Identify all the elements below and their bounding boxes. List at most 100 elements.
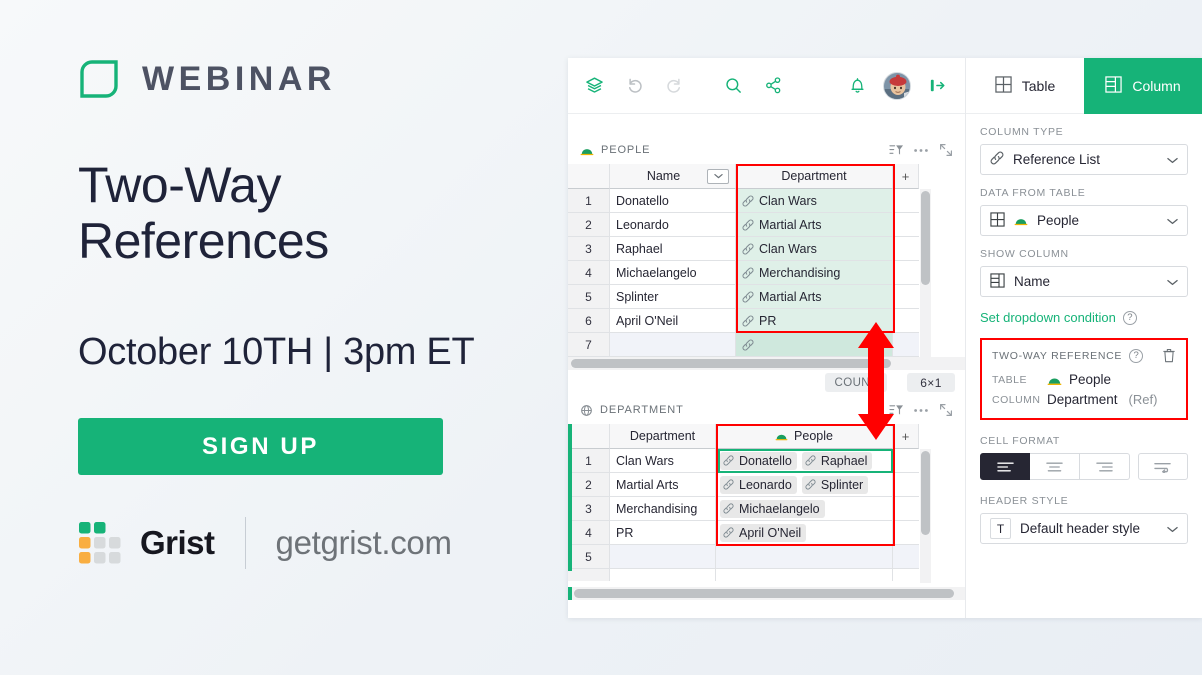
table-row[interactable]: 1 Clan Wars Donatello Raphael [568,449,965,473]
help-icon[interactable]: ? [1129,348,1144,363]
table-row[interactable]: 4 Michaelangelo Merchandising [568,261,965,285]
redo-icon[interactable] [660,72,688,100]
cell-name[interactable]: Michaelangelo [610,261,736,285]
horizontal-scrollbar-track[interactable] [568,357,965,370]
tab-column[interactable]: Column [1084,58,1202,114]
page-title: Two-Way References [78,157,548,269]
cell-department[interactable]: Clan Wars [736,237,893,261]
table-row-new[interactable]: 7 [568,333,965,357]
table-row[interactable]: 3 Merchandising Michaelangelo [568,497,965,521]
sign-up-button[interactable]: SIGN UP [78,418,443,475]
chevron-down-icon[interactable] [1167,274,1178,289]
link-icon [742,339,754,351]
vertical-scrollbar-thumb[interactable] [921,451,930,535]
cell-name[interactable]: April O'Neil [610,309,736,333]
more-options-icon[interactable] [912,142,930,158]
chevron-down-icon[interactable] [1167,213,1178,228]
creator-panel: Table Column COLUMN TYPE Reference List [965,58,1202,618]
reference-chip[interactable]: Michaelangelo [720,499,825,518]
cell-spacer [893,497,919,521]
add-column-button[interactable]: + [893,424,919,449]
cell-name[interactable]: Donatello [610,189,736,213]
table-row[interactable]: 1 Donatello Clan Wars [568,189,965,213]
align-left-button[interactable] [980,453,1031,480]
table-row[interactable]: 6 April O'Neil PR [568,309,965,333]
table-row[interactable]: 2 Leonardo Martial Arts [568,213,965,237]
wrap-text-button[interactable] [1137,453,1188,480]
cell-department[interactable]: Merchandising [736,261,893,285]
table-row[interactable]: 2 Martial Arts Leonardo Splinter [568,473,965,497]
reference-chip[interactable]: Leonardo [720,475,797,494]
cell-department[interactable]: Clan Wars [736,189,893,213]
chevron-down-icon[interactable] [1167,521,1178,536]
more-options-icon[interactable] [912,402,930,418]
expand-panel-icon[interactable] [923,72,951,100]
selection-size-badge: 6×1 [907,373,955,392]
cell-name[interactable]: Raphael [610,237,736,261]
header-style-select[interactable]: T Default header style [980,513,1188,544]
sort-filter-icon[interactable] [887,142,905,158]
horizontal-scrollbar-track[interactable] [568,587,965,600]
expand-icon[interactable] [937,142,955,158]
people-widget-footer: COUNT 6×1 [568,370,965,395]
add-column-button[interactable]: + [893,164,919,189]
table-row[interactable]: 3 Raphael Clan Wars [568,237,965,261]
table-row[interactable]: 4 PR April O'Neil [568,521,965,545]
cell-people[interactable]: April O'Neil [716,521,893,545]
horizontal-scrollbar-thumb[interactable] [574,589,954,598]
show-column-select[interactable]: Name [980,266,1188,297]
cell-spacer [893,545,919,569]
bell-icon[interactable] [843,72,871,100]
show-column-label: SHOW COLUMN [980,248,1069,260]
department-col-department-header[interactable]: Department [610,424,716,449]
people-col-department-header[interactable]: Department [736,164,893,189]
header-style-label: HEADER STYLE [980,495,1069,507]
undo-icon[interactable] [620,72,648,100]
row-number: 7 [568,333,610,357]
cell-name[interactable]: Leonardo [610,213,736,237]
cell-people[interactable]: Leonardo Splinter [716,473,893,497]
horizontal-scrollbar-thumb[interactable] [571,359,891,368]
promo-panel: WEBINAR Two-Way References October 10TH … [78,58,548,569]
link-icon [723,527,734,538]
reference-chip[interactable]: Raphael [801,451,873,470]
data-from-table-select[interactable]: People [980,205,1188,236]
cell-people[interactable]: Michaelangelo [716,497,893,521]
people-col-name-header[interactable]: Name [610,164,736,189]
reference-chip[interactable]: Splinter [801,475,869,494]
help-icon[interactable]: ? [1122,310,1137,325]
share-icon[interactable] [759,72,787,100]
cell-spacer [893,569,919,581]
cell-department-value: Clan Wars [759,241,817,256]
cell-people[interactable]: Donatello Raphael [716,449,893,473]
table-row-new[interactable]: 5 [568,545,965,569]
cell-department[interactable]: Martial Arts [736,213,893,237]
trash-icon[interactable] [1162,348,1176,363]
cell-name[interactable] [610,333,736,357]
cell-department[interactable] [610,545,716,569]
cell-department[interactable]: Merchandising [610,497,716,521]
align-center-button[interactable] [1030,453,1081,480]
chevron-down-icon[interactable] [1167,152,1178,167]
reference-chip[interactable]: Donatello [720,451,797,470]
reference-chip[interactable]: April O'Neil [720,523,807,542]
two-way-column-key: COLUMN [992,393,1041,406]
cell-department[interactable]: PR [610,521,716,545]
chevron-down-icon[interactable] [707,168,729,184]
tab-table[interactable]: Table [966,58,1084,114]
turtle-icon [1047,374,1062,386]
set-dropdown-condition-link[interactable]: Set dropdown condition ? [980,310,1188,325]
cell-name[interactable]: Splinter [610,285,736,309]
expand-icon[interactable] [937,402,955,418]
avatar[interactable] [883,71,911,100]
cell-people[interactable] [716,545,893,569]
table-row[interactable]: 5 Splinter Martial Arts [568,285,965,309]
cell-department[interactable]: Clan Wars [610,449,716,473]
column-type-select[interactable]: Reference List [980,144,1188,175]
cell-department[interactable]: Martial Arts [610,473,716,497]
layers-icon[interactable] [580,72,608,100]
cell-department[interactable]: Martial Arts [736,285,893,309]
align-right-button[interactable] [1080,453,1131,480]
search-icon[interactable] [719,72,747,100]
vertical-scrollbar-thumb[interactable] [921,191,930,285]
